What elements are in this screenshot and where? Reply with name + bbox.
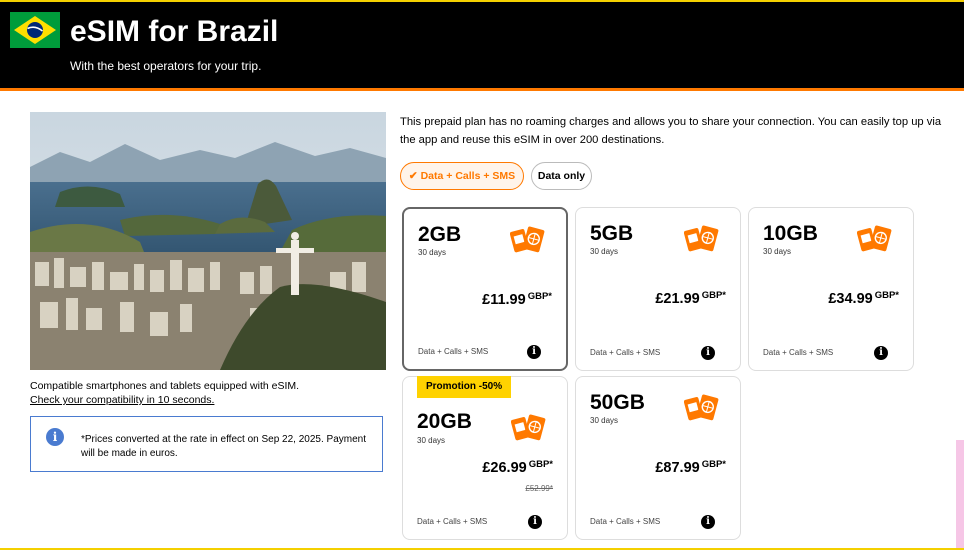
price-info-box: i *Prices converted at the rate in effec… xyxy=(30,416,383,472)
destination-photo xyxy=(30,112,386,370)
check-icon: ✔ xyxy=(408,170,418,182)
page-title: eSIM for Brazil xyxy=(70,15,279,48)
plan-data: 20GB xyxy=(417,410,472,433)
brazil-flag-icon xyxy=(10,12,60,48)
plan-data: 2GB xyxy=(418,223,462,246)
page-subtitle: With the best operators for your trip. xyxy=(70,59,262,73)
plan-price: £21.99 GBP* xyxy=(655,290,726,307)
plan-card-2gb[interactable]: 2GB 30 days £11.99 GBP* Data + Calls + SM… xyxy=(402,207,568,371)
plan-type: Data + Calls + SMS xyxy=(590,517,661,526)
promotion-badge: Promotion -50% xyxy=(417,376,512,398)
plan-duration: 30 days xyxy=(590,416,619,425)
compatibility-link[interactable]: Check your compatibility in 10 seconds. xyxy=(30,393,299,407)
plan-duration: 30 days xyxy=(417,436,446,445)
toggle-label: Data only xyxy=(537,170,586,182)
plan-type: Data + Calls + SMS xyxy=(590,348,661,357)
toggle-label: Data + Calls + SMS xyxy=(420,170,516,182)
price-info-text: *Prices converted at the rate in effect … xyxy=(81,434,366,459)
plan-price: £34.99 GBP* xyxy=(828,290,899,307)
plan-price: £26.99 GBP* xyxy=(482,459,553,476)
info-icon[interactable]: i xyxy=(701,515,715,529)
compatibility-text: Compatible smartphones and tablets equip… xyxy=(30,380,300,392)
plan-duration: 30 days xyxy=(590,247,619,256)
header-bar: eSIM for Brazil With the best operators … xyxy=(0,0,964,88)
plan-type: Data + Calls + SMS xyxy=(418,347,489,356)
info-icon[interactable]: i xyxy=(527,345,541,359)
plan-data: 5GB xyxy=(590,222,634,245)
sim-cards-globe-icon xyxy=(509,225,546,260)
plan-card-10gb[interactable]: 10GB 30 days £34.99 GBP* Data + Calls + S… xyxy=(748,207,914,371)
sim-cards-globe-icon xyxy=(856,224,893,259)
plan-type: Data + Calls + SMS xyxy=(417,517,488,526)
plan-card-5gb[interactable]: 5GB 30 days £21.99 GBP* Data + Calls + SM… xyxy=(575,207,741,371)
plan-duration: 30 days xyxy=(418,248,447,257)
info-icon[interactable]: i xyxy=(874,346,888,360)
compatibility-note: Compatible smartphones and tablets equip… xyxy=(30,379,299,407)
plan-data: 50GB xyxy=(590,391,645,414)
info-icon: i xyxy=(46,428,64,446)
plan-old-price: £52.99* xyxy=(525,484,553,493)
header-divider xyxy=(0,88,964,91)
sim-cards-globe-icon xyxy=(683,393,720,428)
plan-description: This prepaid plan has no roaming charges… xyxy=(400,116,942,146)
info-icon[interactable]: i xyxy=(701,346,715,360)
plan-card-50gb[interactable]: 50GB 30 days £87.99 GBP* Data + Calls + S… xyxy=(575,376,741,540)
sim-cards-globe-icon xyxy=(683,224,720,259)
sim-cards-globe-icon xyxy=(510,413,547,448)
top-accent-line xyxy=(0,0,964,2)
plan-duration: 30 days xyxy=(763,247,792,256)
plan-price: £87.99 GBP* xyxy=(655,459,726,476)
page-edge-decoration xyxy=(956,440,964,550)
toggle-data-only[interactable]: Data only xyxy=(531,162,592,190)
plan-card-20gb[interactable]: Promotion -50% 20GB 30 days £26.99 GBP* £… xyxy=(402,376,568,540)
toggle-data-calls-sms[interactable]: ✔ Data + Calls + SMS xyxy=(400,162,524,190)
info-icon[interactable]: i xyxy=(528,515,542,529)
plan-type: Data + Calls + SMS xyxy=(763,348,834,357)
plan-data: 10GB xyxy=(763,222,818,245)
plan-price: £11.99 GBP* xyxy=(482,291,552,308)
